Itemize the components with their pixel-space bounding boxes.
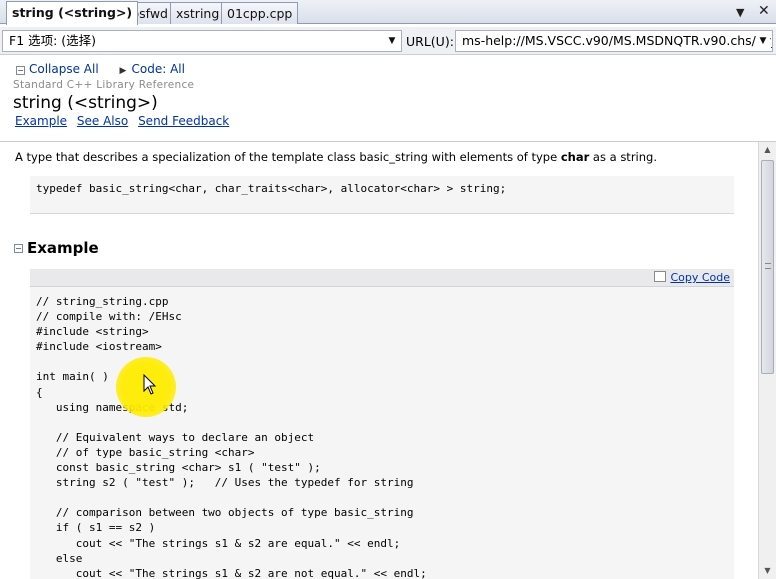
see-also-link[interactable]: See Also [77, 114, 128, 128]
example-link[interactable]: Example [15, 114, 67, 128]
type-description: A type that describes a specialization o… [15, 150, 657, 164]
code-line: const basic_string <char> s1 ( "test" ); [36, 461, 321, 475]
f1-options-select[interactable]: F1 选项: (选择) ▼ [2, 30, 402, 52]
url-select[interactable]: ms-help://MS.VSCC.v90/MS.MSDNQTR.v90.chs… [455, 30, 773, 52]
chevron-down-icon[interactable]: ▼ [756, 31, 770, 51]
scroll-down-icon[interactable]: ▼ [759, 563, 776, 579]
code-line: cout << "The strings s1 & s2 are equal."… [36, 536, 401, 550]
document-tab-strip: string (<string>) iosfwd xstring 01cpp.c… [0, 0, 776, 25]
code-language-filter[interactable]: ▶ Code: All [119, 62, 185, 76]
code-line: #include <iostream> [36, 340, 162, 354]
chevron-down-icon[interactable]: ▼ [385, 31, 399, 51]
tab-xstring[interactable]: xstring [170, 2, 226, 24]
topic-controls: − Collapse All ▶ Code: All [16, 62, 185, 77]
code-line: if ( s1 == s2 ) [36, 521, 156, 535]
code-line: // compile with: /EHsc [36, 310, 182, 324]
code-line: // comparison between two objects of typ… [36, 506, 414, 520]
chevron-down-icon[interactable]: ▼ [736, 5, 744, 21]
copy-code-button[interactable]: Copy Code [654, 271, 730, 284]
code-line: // Equivalent ways to declare an object [36, 430, 315, 444]
f1-options-value: F1 选项: (选择) [9, 33, 97, 48]
topic-header: − Collapse All ▶ Code: All Standard C++ Li… [0, 56, 776, 140]
collapse-icon: − [16, 66, 25, 75]
scroll-up-icon[interactable]: ▲ [759, 142, 776, 158]
grip-icon [765, 263, 771, 269]
close-icon[interactable]: ✕ [758, 3, 770, 19]
typedef-code: typedef basic_string<char, char_traits<c… [36, 182, 507, 195]
code-lines: // string_string.cpp // compile with: /EH… [36, 294, 427, 579]
code-line: { [36, 385, 43, 399]
code-block-header: Copy Code [30, 269, 734, 287]
send-feedback-link[interactable]: Send Feedback [138, 114, 229, 128]
url-value: ms-help://MS.VSCC.v90/MS.MSDNQTR.v90.chs… [462, 33, 773, 48]
code-line: // of type basic_string <char> [36, 445, 255, 459]
collapse-all-button[interactable]: − Collapse All [16, 62, 103, 76]
library-reference-label: Standard C++ Library Reference [13, 79, 195, 91]
code-line: // string_string.cpp [36, 295, 169, 308]
code-line: #include <string> [36, 325, 149, 339]
example-section-header[interactable]: − Example [14, 239, 99, 257]
example-code-block: Copy Code // string_string.cpp // compile… [30, 269, 734, 579]
page-title: string (<string>) [13, 93, 158, 113]
copy-icon [654, 271, 667, 282]
scrollbar-thumb[interactable] [761, 160, 774, 374]
mouse-pointer-icon [143, 374, 157, 395]
tab-string[interactable]: string (<string>) [6, 1, 139, 25]
code-line: using namespace std; [36, 400, 189, 414]
tab-01cpp[interactable]: 01cpp.cpp [221, 2, 299, 24]
code-line: int main( ) [36, 370, 109, 384]
collapse-icon: − [14, 244, 23, 253]
typedef-code-block: typedef basic_string<char, char_traits<c… [30, 176, 734, 214]
code-line: string s2 ( "test" ); // Uses the typede… [36, 476, 414, 490]
vertical-scrollbar[interactable]: ▲ ▼ [758, 142, 776, 579]
code-line: cout << "The strings s1 & s2 are not equ… [36, 566, 427, 579]
dropdown-arrow-icon: ▶ [119, 66, 127, 76]
topic-content: A type that describes a specialization o… [0, 142, 758, 579]
topic-links: Example See Also Send Feedback [15, 114, 235, 128]
code-line: else [36, 551, 83, 565]
url-label: URL(U): [406, 34, 454, 49]
help-toolbar: F1 选项: (选择) ▼ URL(U): ms-help://MS.VSCC.… [0, 27, 776, 55]
